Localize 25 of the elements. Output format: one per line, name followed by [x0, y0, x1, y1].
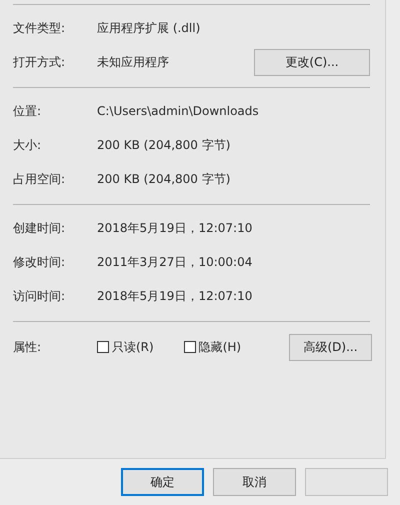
field-label: 创建时间:	[13, 220, 66, 236]
checkbox[interactable]	[184, 341, 196, 353]
field-value: 应用程序扩展 (.dll)	[97, 20, 200, 36]
field-value: C:\Users\admin\Downloads	[97, 104, 259, 118]
checkbox-label[interactable]: 隐藏(H)	[198, 338, 242, 356]
field-label: 访问时间:	[13, 288, 66, 304]
field-label: 大小:	[13, 136, 42, 154]
field-value: 未知应用程序	[97, 54, 169, 70]
advanced-button[interactable]: 高级(D)...	[289, 334, 372, 360]
ok-button[interactable]: 确定	[121, 468, 204, 496]
field-label: 打开方式:	[13, 54, 66, 70]
field-label: 占用空间:	[13, 170, 66, 188]
cancel-button[interactable]: 取消	[213, 468, 296, 496]
field-value: 2018年5月19日，12:07:10	[97, 220, 252, 236]
change-button[interactable]: 更改(C)...	[254, 48, 370, 76]
field-value: 2018年5月19日，12:07:10	[97, 288, 252, 304]
checkbox[interactable]	[97, 341, 109, 353]
field-label: 文件类型:	[13, 20, 66, 36]
field-value: 200 KB (204,800 字节)	[97, 170, 230, 188]
field-value: 200 KB (204,800 字节)	[97, 136, 230, 154]
field-value: 2011年3月27日，10:00:04	[97, 254, 252, 270]
checkbox-label[interactable]: 只读(R)	[112, 338, 154, 356]
field-label: 修改时间:	[13, 254, 66, 270]
field-label: 属性:	[13, 338, 42, 356]
field-label: 位置:	[13, 102, 42, 120]
